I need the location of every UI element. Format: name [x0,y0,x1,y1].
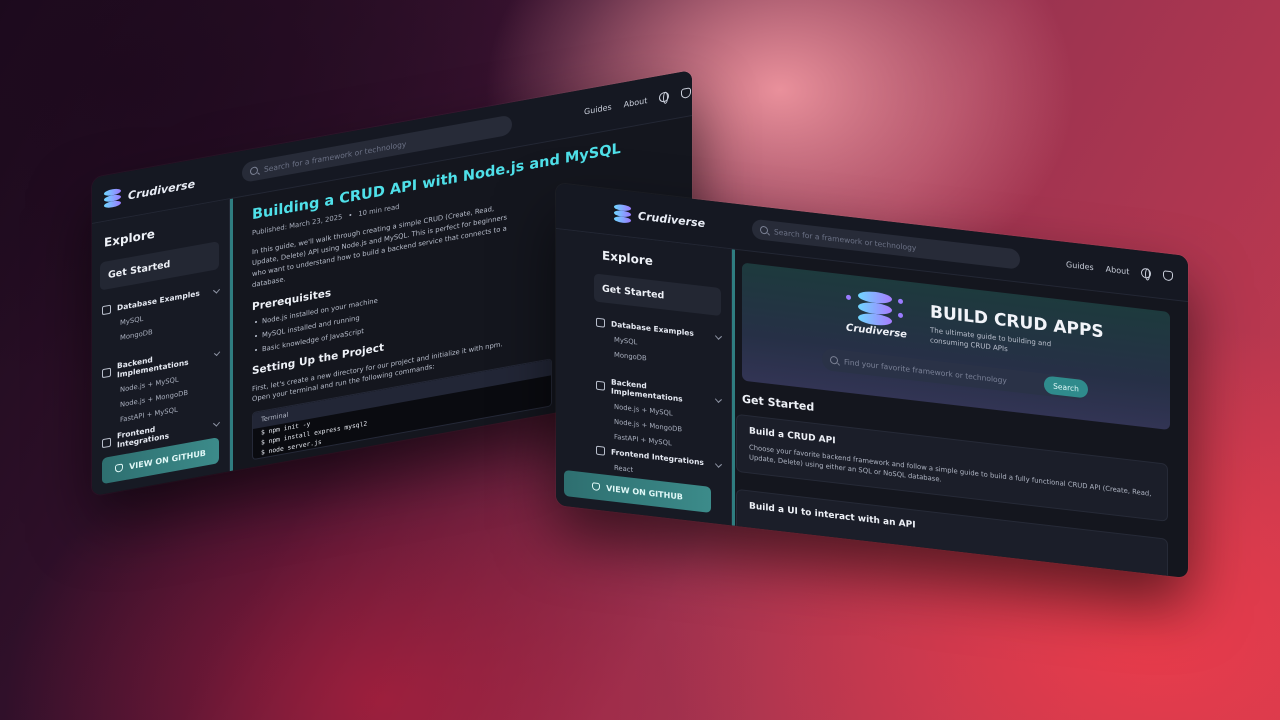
chevron-down-icon [212,286,221,294]
landing-window: Crudiverse Search for a framework or tec… [556,183,1188,579]
chevron-down-icon [213,349,221,356]
sidebar-heading: Explore [104,226,155,250]
sidebar-section-database: Database Examples MySQL MongoDB [596,317,723,371]
github-icon[interactable] [681,87,692,99]
hero-search-placeholder: Find your favorite framework or technolo… [844,356,1007,385]
database-icon [596,317,605,328]
sidebar-item-get-started[interactable]: Get Started [594,273,721,317]
sidebar: Explore Get Started Database Examples My… [556,229,732,526]
sidebar-heading: Explore [602,248,653,269]
sidebar-section-database: Database Examples MySQL MongoDB [102,285,221,345]
search-icon [250,166,258,176]
nav-guides-link[interactable]: Guides [1066,260,1094,272]
scrollbar[interactable] [732,249,735,526]
brand-name: Crudiverse [638,209,706,231]
chevron-down-icon [714,332,723,340]
sidebar-item-get-started[interactable]: Get Started [100,241,219,291]
sidebar-section-backend: Backend Implementations Node.js + MySQL … [102,343,221,427]
server-icon [102,367,111,378]
search-icon [830,355,838,365]
search-input[interactable]: Search for a framework or technology [752,218,1020,270]
chevron-down-icon [714,460,723,468]
button-label: VIEW ON GITHUB [606,483,683,502]
globe-icon[interactable] [1141,267,1152,279]
get-started-heading: Get Started [742,392,815,414]
search-placeholder: Search for a framework or technology [264,138,407,174]
nav-about-link[interactable]: About [1106,264,1130,276]
search-icon [760,225,768,235]
button-label: VIEW ON GITHUB [129,448,206,471]
sidebar-section-backend: Backend Implementations Node.js + MySQL … [596,376,723,453]
server-icon [596,380,605,391]
brand-logo[interactable]: Crudiverse [104,174,195,209]
brand-name: Crudiverse [128,177,196,203]
meta-separator: • [348,211,353,220]
section-label: Database Examples [611,319,694,338]
chevron-down-icon [715,395,723,403]
github-icon[interactable] [1163,270,1174,282]
read-time: 10 min read [358,202,400,219]
brand-logo[interactable]: Crudiverse [614,203,706,234]
window-icon [596,445,605,456]
globe-icon[interactable] [659,91,670,103]
database-icon [104,187,121,210]
github-icon [115,463,124,473]
top-nav: Guides About [584,87,692,116]
search-placeholder: Search for a framework or technology [774,226,917,253]
nav-about-link[interactable]: About [624,96,648,109]
github-icon [592,482,601,492]
database-icon [102,304,111,316]
nav-guides-link[interactable]: Guides [584,102,612,116]
database-icon [614,203,631,225]
scrollbar[interactable] [230,198,233,472]
sidebar: Explore Get Started Database Examples My… [92,199,230,496]
section-label: Backend Implementations [611,377,683,404]
top-nav: Guides About [1066,259,1174,282]
chevron-down-icon [213,419,221,427]
window-icon [102,437,111,448]
